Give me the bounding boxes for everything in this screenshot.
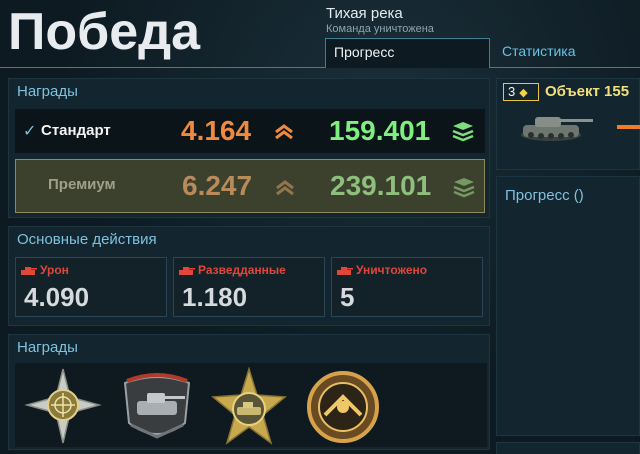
destroyed-icon bbox=[337, 267, 353, 275]
standard-experience: 4.164 bbox=[181, 115, 252, 146]
premium-diamond-icon: ◆ bbox=[519, 87, 528, 99]
standard-label: Стандарт bbox=[41, 122, 111, 139]
premium-experience: 6.247 bbox=[182, 170, 253, 201]
premium-reward-row[interactable]: Премиум 6.247 239.101 bbox=[15, 159, 485, 213]
spotting-card: Разведданные 1.180 bbox=[173, 257, 325, 317]
checkmark-icon: ✓ bbox=[23, 123, 37, 140]
vehicle-panel: 3 ◆ Объект 155 bbox=[496, 78, 640, 170]
vehicle-name: Объект 155 bbox=[545, 83, 630, 100]
premium-credits: 239.101 bbox=[330, 170, 432, 201]
main-actions-title: Основные действия bbox=[17, 231, 157, 248]
medals-title: Награды bbox=[17, 339, 78, 356]
star-medal-icon[interactable] bbox=[23, 367, 103, 447]
medals-strip bbox=[15, 363, 487, 447]
destroyed-card: Уничтожено 5 bbox=[331, 257, 483, 317]
gold-round-medal-icon[interactable] bbox=[303, 367, 383, 447]
experience-icon bbox=[275, 124, 293, 140]
vehicle-tier: 3 bbox=[508, 84, 516, 99]
destroyed-value: 5 bbox=[340, 282, 355, 312]
awards-title: Награды bbox=[17, 83, 78, 100]
map-name: Тихая река bbox=[326, 5, 403, 22]
tab-divider bbox=[0, 67, 325, 68]
main-actions-panel: Основные действия Урон 4.090 Разведданны… bbox=[8, 226, 490, 326]
standard-reward-row[interactable]: ✓ Стандарт 4.164 159.401 bbox=[15, 109, 485, 153]
damage-label: Урон bbox=[40, 263, 69, 277]
damage-value: 4.090 bbox=[24, 282, 90, 312]
standard-credits: 159.401 bbox=[329, 115, 431, 146]
xp-progress-bar bbox=[617, 125, 640, 129]
spotting-icon bbox=[179, 267, 195, 275]
tab-bar: Прогресс Статистика bbox=[0, 38, 640, 68]
progress-title: Прогресс () bbox=[505, 187, 584, 204]
tab-progress[interactable]: Прогресс bbox=[325, 38, 490, 68]
medals-panel: Награды bbox=[8, 334, 490, 450]
awards-panel: Награды ✓ Стандарт 4.164 159.401 Премиум… bbox=[8, 78, 490, 218]
experience-icon bbox=[276, 180, 294, 196]
tank-icon bbox=[521, 117, 593, 141]
destroyed-label: Уничтожено bbox=[356, 263, 428, 277]
vehicle-tier-badge: 3 ◆ bbox=[503, 83, 539, 101]
bottom-panel bbox=[496, 442, 640, 454]
premium-label: Премиум bbox=[48, 176, 116, 193]
gold-star-medal-icon[interactable] bbox=[209, 367, 289, 447]
tab-statistics[interactable]: Статистика bbox=[494, 38, 584, 68]
spotting-value: 1.180 bbox=[182, 282, 248, 312]
tank-emblem-medal-icon[interactable] bbox=[117, 367, 197, 447]
spotting-label: Разведданные bbox=[198, 263, 286, 277]
battle-mode-name: Команда уничтожена bbox=[326, 23, 434, 35]
progress-panel: Прогресс () bbox=[496, 176, 640, 436]
credits-icon bbox=[452, 122, 474, 142]
credits-icon bbox=[453, 178, 475, 198]
damage-icon bbox=[21, 267, 37, 275]
damage-card: Урон 4.090 bbox=[15, 257, 167, 317]
